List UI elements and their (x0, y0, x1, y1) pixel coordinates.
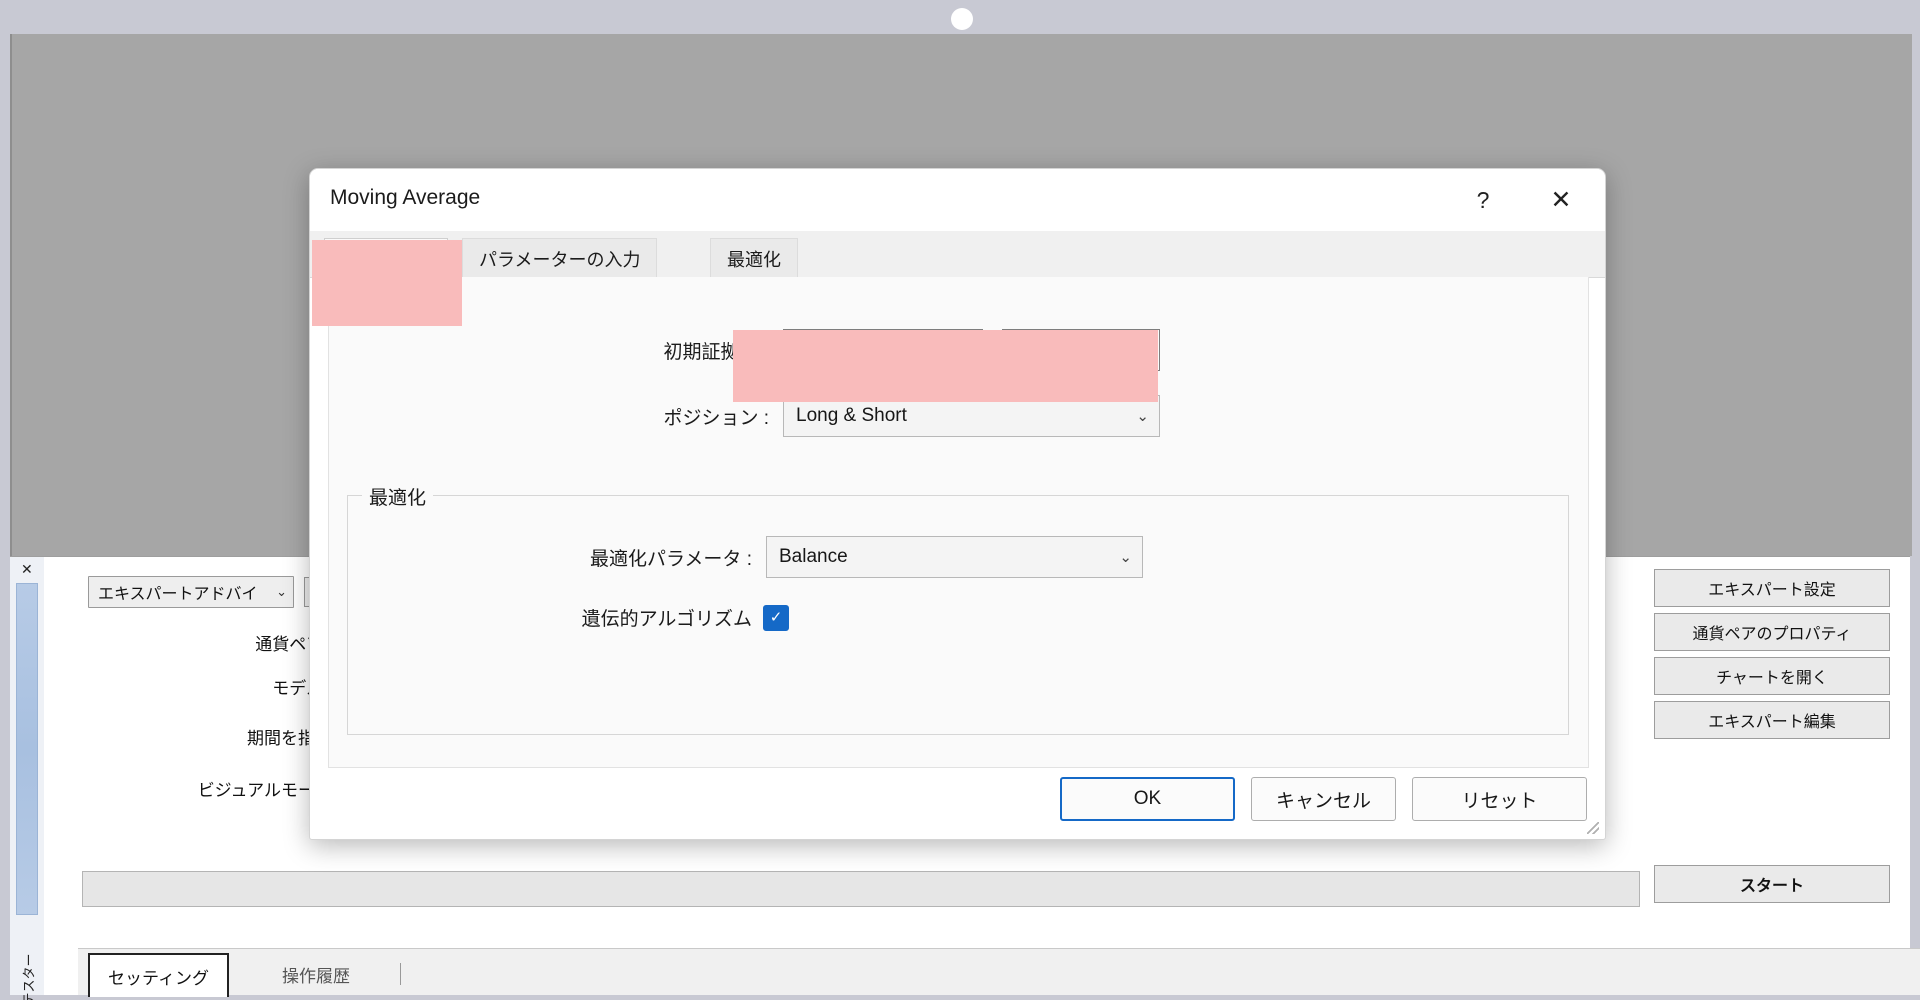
expert-advisor-value: エキスパートアドバイ (98, 586, 258, 603)
chevron-down-icon: ⌄ (959, 342, 972, 359)
tab-separator (400, 963, 401, 985)
moving-average-dialog: Moving Average ? ✕ テスト設定 パラメーターの入力 最適化 初… (309, 168, 1606, 840)
optimization-param-value: Balance (779, 546, 848, 567)
start-button[interactable]: スタート (1654, 865, 1890, 903)
position-label: ポジション : (663, 407, 769, 429)
expert-advisor-select[interactable]: エキスパートアドバイ ⌄ (88, 576, 294, 608)
screen-root: ✕ テスター エキスパートアドバイ ⌄ M 通貨ペア: (0, 0, 1920, 1000)
camera-dot-icon (951, 8, 973, 30)
optimization-param-label: 最適化パラメータ : (590, 548, 752, 570)
help-icon[interactable]: ? (1464, 181, 1502, 219)
cancel-button[interactable]: キャンセル (1251, 777, 1396, 821)
reset-button[interactable]: リセット (1412, 777, 1587, 821)
tab-test-settings[interactable]: テスト設定 (324, 238, 448, 278)
genetic-algorithm-checkbox[interactable]: ✓ (763, 604, 789, 631)
edit-expert-button[interactable]: エキスパート編集 (1654, 701, 1890, 739)
initial-deposit-label: 初期証拠金 : (663, 341, 769, 363)
tab-settings[interactable]: セッティング (88, 953, 229, 997)
window-rail-left (0, 34, 10, 1000)
chevron-down-icon: ⌄ (1119, 549, 1132, 566)
dialog-title: Moving Average (330, 186, 481, 209)
genetic-algorithm-row: 遺伝的アルゴリズム ✓ (348, 604, 1570, 631)
deposit-currency-value: JPY (1015, 339, 1050, 360)
symbol-properties-button[interactable]: 通貨ペアのプロパティ (1654, 613, 1890, 651)
close-icon[interactable]: ✕ (1539, 181, 1583, 219)
initial-deposit-value: 10000 (796, 339, 849, 360)
initial-deposit-select[interactable]: 10000 ⌄ (783, 329, 983, 371)
resize-grip-icon[interactable] (1587, 822, 1599, 834)
optimization-legend: 最適化 (362, 483, 434, 510)
dialog-content-pane: 初期証拠金 : 10000 ⌄ JPY ⌄ ポジション : Long & Sho… (328, 277, 1589, 768)
dialog-footer: OK キャンセル リセット (310, 771, 1605, 839)
tester-vertical-label: テスター (21, 953, 37, 1000)
ok-button[interactable]: OK (1060, 777, 1235, 821)
optimization-groupbox: 最適化 最適化パラメータ : Balance ⌄ 遺伝的アルゴリズム ✓ (347, 483, 1570, 735)
tester-button-column: エキスパート設定 通貨ペアのプロパティ チャートを開く エキスパート編集 スター… (1654, 569, 1890, 903)
optimization-param-select[interactable]: Balance ⌄ (766, 536, 1143, 578)
optimization-param-row: 最適化パラメータ : Balance ⌄ (348, 536, 1570, 578)
genetic-algorithm-label: 遺伝的アルゴリズム (581, 609, 752, 630)
expert-settings-button[interactable]: エキスパート設定 (1654, 569, 1890, 607)
tester-sidebar-grip[interactable] (16, 583, 38, 915)
close-icon[interactable]: ✕ (21, 562, 33, 576)
tester-tabstrip: セッティング 操作履歴 (78, 948, 1920, 997)
chevron-down-icon: ⌄ (276, 584, 287, 599)
chevron-down-icon: ⌄ (1136, 342, 1149, 359)
tab-parameter-input[interactable]: パラメーターの入力 (462, 238, 658, 278)
position-select[interactable]: Long & Short ⌄ (783, 395, 1160, 437)
open-chart-button[interactable]: チャートを開く (1654, 657, 1890, 695)
chevron-down-icon: ⌄ (1136, 408, 1149, 425)
deposit-currency-select[interactable]: JPY ⌄ (1002, 329, 1160, 371)
tester-progress-bar (82, 871, 1640, 907)
tab-journal[interactable]: 操作履歴 (264, 955, 368, 993)
position-row: ポジション : Long & Short ⌄ (329, 395, 1588, 437)
dialog-titlebar[interactable]: Moving Average ? ✕ (310, 169, 1605, 231)
dialog-tabstrip: テスト設定 パラメーターの入力 最適化 (310, 231, 1605, 278)
initial-deposit-row: 初期証拠金 : 10000 ⌄ JPY ⌄ (329, 329, 1588, 371)
tab-optimization[interactable]: 最適化 (710, 238, 798, 278)
desktop-top-strip (0, 0, 1920, 34)
tester-sidebar: ✕ テスター (10, 557, 45, 1000)
position-value: Long & Short (796, 405, 907, 426)
